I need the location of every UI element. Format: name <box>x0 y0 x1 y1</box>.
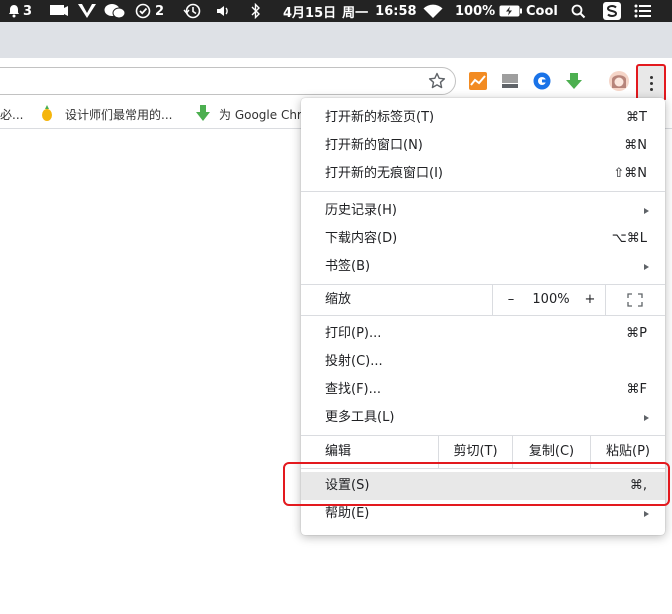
zoom-level: 100% <box>532 292 570 307</box>
bluetooth-icon[interactable] <box>251 0 261 22</box>
fullscreen-icon[interactable] <box>627 293 643 311</box>
menu-item-label: 打开新的标签页(T) <box>325 110 435 125</box>
bookmark-label: 为 Google Chro <box>219 107 309 122</box>
profile-avatar[interactable] <box>609 71 629 91</box>
menu-item-label: 投射(C)... <box>325 354 383 369</box>
notification-status[interactable]: 3 <box>8 0 32 22</box>
spotlight-search-icon[interactable] <box>571 0 586 22</box>
menu-item-label: 查找(F)... <box>325 382 382 397</box>
menu-zoom-row: 缩放 – 100% + <box>301 285 665 317</box>
submenu-arrow-icon <box>644 415 649 421</box>
bookmark-label: 设计师们最常用的... <box>65 107 173 122</box>
notification-count: 3 <box>23 3 33 19</box>
bookmark-item[interactable]: 为 Google Chro <box>195 100 309 128</box>
bell-icon <box>8 4 20 18</box>
menu-item-shortcut: ⌥⌘L <box>611 231 647 246</box>
menu-item-label: 下载内容(D) <box>325 231 398 246</box>
zoom-out-button[interactable]: – <box>499 285 523 315</box>
menu-item-downloads[interactable]: 下载内容(D) ⌥⌘L <box>301 225 665 253</box>
menu-item-label: 打开新的无痕窗口(I) <box>325 166 443 181</box>
clock[interactable]: 4月15日 周一 16:58 <box>283 0 417 22</box>
clock-time: 16:58 <box>375 3 417 19</box>
bookmark-item[interactable]: 设计师们最常用的... <box>40 100 172 128</box>
bookmark-label: 必... <box>0 107 24 122</box>
settings-highlight-box <box>283 462 670 506</box>
wifi-icon[interactable] <box>423 0 443 22</box>
notification-center-icon[interactable] <box>634 0 652 22</box>
menu-item-label: 书签(B) <box>325 259 371 274</box>
battery-status[interactable]: 100% <box>455 0 523 22</box>
menu-item-shortcut: ⌘P <box>626 326 647 341</box>
menu-item-more-tools[interactable]: 更多工具(L) <box>301 404 665 432</box>
vue-icon[interactable] <box>78 0 96 22</box>
g-extension-icon[interactable] <box>533 72 551 90</box>
wechat-icon[interactable] <box>104 0 126 22</box>
download-arrow-icon <box>195 104 211 124</box>
clock-weekday: 周一 <box>342 5 369 21</box>
check-circle-icon <box>135 3 151 19</box>
menu-separator <box>301 315 665 316</box>
more-vert-icon <box>649 75 653 91</box>
download-extension-icon[interactable] <box>565 72 583 90</box>
menu-item-label: 打开新的窗口(N) <box>325 138 423 153</box>
menu-item-find[interactable]: 查找(F)... ⌘F <box>301 376 665 404</box>
battery-percent: 100% <box>455 3 496 19</box>
menu-item-shortcut: ⌘T <box>626 110 647 125</box>
menu-item-print[interactable]: 打印(P)... ⌘P <box>301 320 665 348</box>
tasks-count: 2 <box>155 3 165 19</box>
chart-extension-icon[interactable] <box>469 72 487 90</box>
menu-item-new-window[interactable]: 打开新的窗口(N) ⌘N <box>301 132 665 160</box>
address-bar[interactable] <box>0 67 456 95</box>
zoom-divider <box>605 285 606 315</box>
zoom-divider <box>492 285 493 315</box>
submenu-arrow-icon <box>644 264 649 270</box>
menu-separator <box>301 191 665 192</box>
zoom-label: 缩放 <box>325 292 352 307</box>
screen-icon[interactable] <box>49 0 69 22</box>
zoom-in-button[interactable]: + <box>578 285 602 315</box>
pineapple-icon <box>40 104 54 124</box>
menu-item-cast[interactable]: 投射(C)... <box>301 348 665 376</box>
menu-item-shortcut: ⇧⌘N <box>613 166 647 181</box>
menu-item-label: 历史记录(H) <box>325 203 397 218</box>
menu-item-history[interactable]: 历史记录(H) <box>301 197 665 225</box>
menu-item-shortcut: ⌘F <box>626 382 647 397</box>
tray-extension-icon[interactable] <box>501 72 519 90</box>
user-name[interactable]: Cool <box>526 0 558 22</box>
menu-item-label: 打印(P)... <box>325 326 382 341</box>
tab-strip <box>0 22 672 58</box>
menu-item-bookmarks[interactable]: 书签(B) <box>301 253 665 281</box>
submenu-arrow-icon <box>644 208 649 214</box>
clock-date: 4月15日 <box>283 5 337 21</box>
menu-item-new-incognito[interactable]: 打开新的无痕窗口(I) ⇧⌘N <box>301 160 665 188</box>
menu-item-shortcut: ⌘N <box>624 138 647 153</box>
bookmark-item[interactable]: 必... <box>0 100 23 128</box>
time-machine-icon[interactable] <box>183 0 201 22</box>
system-menu-bar: 3 2 4月15日 周一 16:58 100% Cool <box>0 0 672 22</box>
chrome-menu-button[interactable] <box>636 64 666 102</box>
menu-item-label: 更多工具(L) <box>325 410 395 425</box>
menu-item-new-tab[interactable]: 打开新的标签页(T) ⌘T <box>301 104 665 132</box>
app-s-icon[interactable] <box>603 0 621 22</box>
submenu-arrow-icon <box>644 511 649 517</box>
volume-icon[interactable] <box>216 0 232 22</box>
bookmark-star-icon[interactable] <box>427 71 447 91</box>
tasks-status[interactable]: 2 <box>135 0 164 22</box>
battery-charging-icon <box>499 5 523 17</box>
